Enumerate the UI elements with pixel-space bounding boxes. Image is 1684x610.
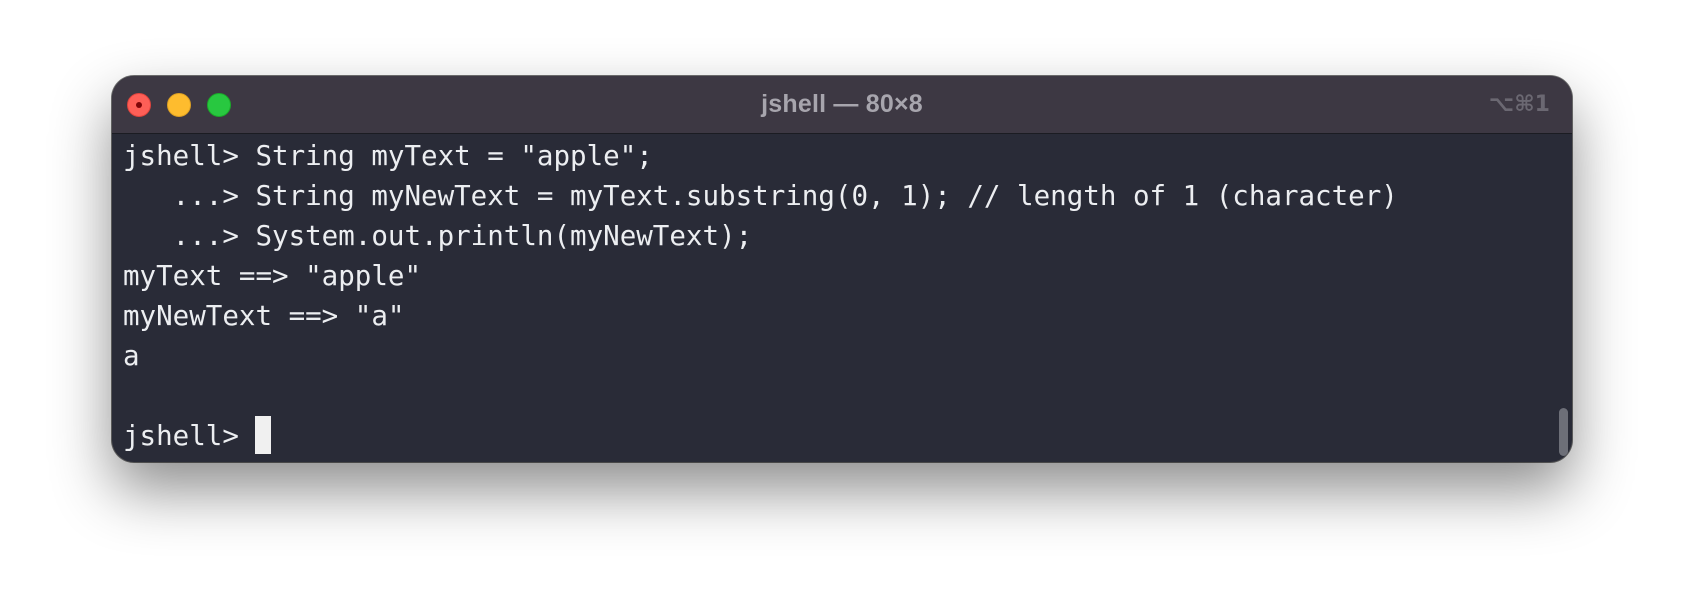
terminal-line: a xyxy=(123,340,140,372)
close-button[interactable] xyxy=(127,93,151,117)
window-title: jshell — 80×8 xyxy=(761,90,923,118)
title-bar[interactable]: jshell — 80×8 ⌥⌘1 xyxy=(112,76,1572,134)
terminal-line: jshell> String myText = "apple"; xyxy=(123,140,653,172)
terminal-line: myNewText ==> "a" xyxy=(123,300,405,332)
minimize-button[interactable] xyxy=(167,93,191,117)
prompt-line[interactable]: jshell> xyxy=(123,416,1543,456)
zoom-button[interactable] xyxy=(207,93,231,117)
shell-prompt: jshell> xyxy=(123,420,256,452)
text-cursor xyxy=(255,416,272,454)
terminal-line: ...> String myNewText = myText.substring… xyxy=(123,180,1398,212)
terminal-output[interactable]: jshell> String myText = "apple"; ...> St… xyxy=(123,133,1543,462)
terminal-line: ...> System.out.println(myNewText); xyxy=(123,220,753,252)
terminal-window: jshell — 80×8 ⌥⌘1 jshell> String myText … xyxy=(112,76,1572,462)
terminal-line: myText ==> "apple" xyxy=(123,260,422,292)
scrollbar-thumb[interactable] xyxy=(1559,408,1568,456)
window-shortcut-label: ⌥⌘1 xyxy=(1488,92,1550,117)
